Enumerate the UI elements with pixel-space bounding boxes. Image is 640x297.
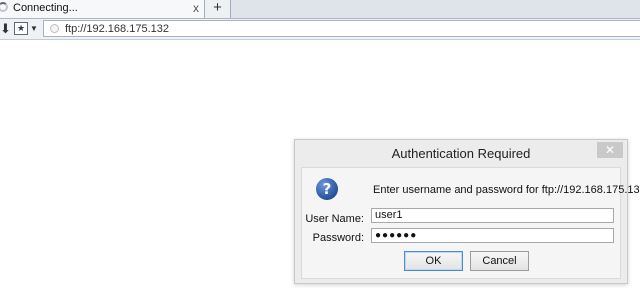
ok-button[interactable]: OK xyxy=(404,251,463,271)
authentication-dialog: Authentication Required ✕ ? Enter userna… xyxy=(294,139,640,284)
dialog-prompt: Enter username and password for ftp://19… xyxy=(373,184,640,196)
new-tab-button[interactable]: + xyxy=(205,0,231,18)
bookmark-star-icon[interactable]: ★ xyxy=(14,22,28,35)
address-bar[interactable]: ftp://192.168.175.132 xyxy=(43,20,640,37)
password-label: Password: xyxy=(312,232,364,244)
tab-title: Connecting... xyxy=(13,2,78,14)
dialog-title: Authentication Required xyxy=(391,146,531,161)
password-field[interactable]: ●●●●●● xyxy=(371,228,614,243)
username-field[interactable]: user1 xyxy=(371,208,614,223)
tab-strip: Connecting... x + xyxy=(0,0,640,19)
username-label: User Name: xyxy=(305,213,364,225)
dialog-titlebar[interactable]: Authentication Required ✕ xyxy=(295,140,627,166)
navigation-bar: ⬇ ★ ▼ ftp://192.168.175.132 xyxy=(0,19,640,40)
site-identity-icon[interactable] xyxy=(50,24,59,33)
question-icon: ? xyxy=(316,178,338,200)
bookmark-dropdown-icon[interactable]: ▼ xyxy=(30,22,38,35)
tab-close-icon[interactable]: x xyxy=(193,1,199,15)
tab-connecting[interactable]: Connecting... x xyxy=(0,0,205,18)
address-url[interactable]: ftp://192.168.175.132 xyxy=(65,23,169,35)
cancel-button[interactable]: Cancel xyxy=(470,251,529,271)
loading-spinner-icon xyxy=(0,2,8,12)
dialog-close-button[interactable]: ✕ xyxy=(597,142,623,158)
download-arrow-icon[interactable]: ⬇ xyxy=(0,21,12,37)
dialog-body: ? Enter username and password for ftp://… xyxy=(301,167,640,279)
